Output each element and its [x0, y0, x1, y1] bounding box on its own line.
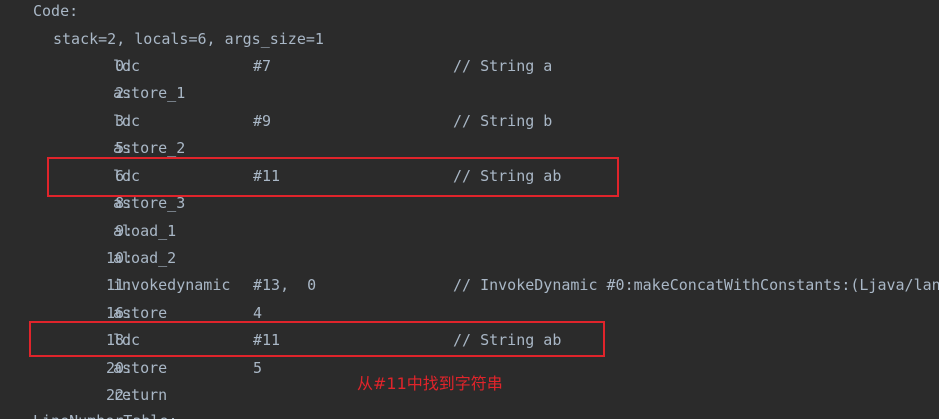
instruction-opcode: ldc — [113, 57, 141, 75]
instruction-arg: #11 — [253, 331, 281, 349]
bytecode-viewer: Code: stack=2, locals=6, args_size=1 0: … — [0, 0, 939, 419]
instruction-arg: 4 — [253, 304, 263, 322]
instruction-arg: 5 — [253, 359, 263, 377]
instruction-opcode: ldc — [113, 167, 141, 185]
instruction-row: 11: invokedynamic #13, 0 // InvokeDynami… — [53, 272, 939, 299]
instruction-opcode: astore_3 — [113, 194, 186, 212]
instruction-arg: #11 — [253, 167, 281, 185]
instruction-opcode: aload_1 — [113, 222, 177, 240]
instruction-row: 10: aload_2 — [53, 245, 176, 272]
instruction-comment: // String a — [453, 57, 553, 75]
instruction-row: 0: ldc #7 // String a — [53, 53, 552, 80]
instruction-row: 8: astore_3 — [53, 190, 185, 217]
instruction-arg: #9 — [253, 112, 272, 130]
instruction-opcode: ldc — [113, 331, 141, 349]
instruction-opcode: return — [113, 386, 168, 404]
instruction-row: 9: aload_1 — [53, 218, 176, 245]
instruction-opcode: invokedynamic — [113, 276, 231, 294]
instruction-arg: #13, 0 — [253, 276, 317, 294]
instruction-opcode: ldc — [113, 112, 141, 130]
line-number-table-label: LineNumberTable: — [33, 408, 178, 419]
instruction-opcode: astore_1 — [113, 84, 186, 102]
instruction-row: 6: ldc #11 // String ab — [53, 163, 561, 190]
instruction-comment: // String b — [453, 112, 553, 130]
stack-info: stack=2, locals=6, args_size=1 — [53, 30, 324, 48]
instruction-opcode: astore — [113, 359, 168, 377]
instruction-row: 5: astore_2 — [53, 135, 185, 162]
instruction-row: 18: ldc #11 // String ab — [53, 327, 561, 354]
instruction-row: 2: astore_1 — [53, 80, 185, 107]
code-label: Code: — [33, 2, 79, 20]
instruction-comment: // String ab — [453, 331, 562, 349]
instruction-row: 3: ldc #9 // String b — [53, 108, 552, 135]
instruction-comment: // String ab — [453, 167, 562, 185]
instruction-opcode: astore_2 — [113, 139, 186, 157]
instruction-opcode: astore — [113, 304, 168, 322]
annotation-note: 从#11中找到字符串 — [357, 374, 503, 393]
instruction-opcode: aload_2 — [113, 249, 177, 267]
instruction-comment: // InvokeDynamic #0:makeConcatWithConsta… — [453, 276, 939, 294]
instruction-row: 16: astore 4 — [53, 300, 262, 327]
instruction-arg: #7 — [253, 57, 272, 75]
instruction-row: 20: astore 5 — [53, 355, 262, 382]
instruction-row: 22: return — [53, 382, 167, 409]
